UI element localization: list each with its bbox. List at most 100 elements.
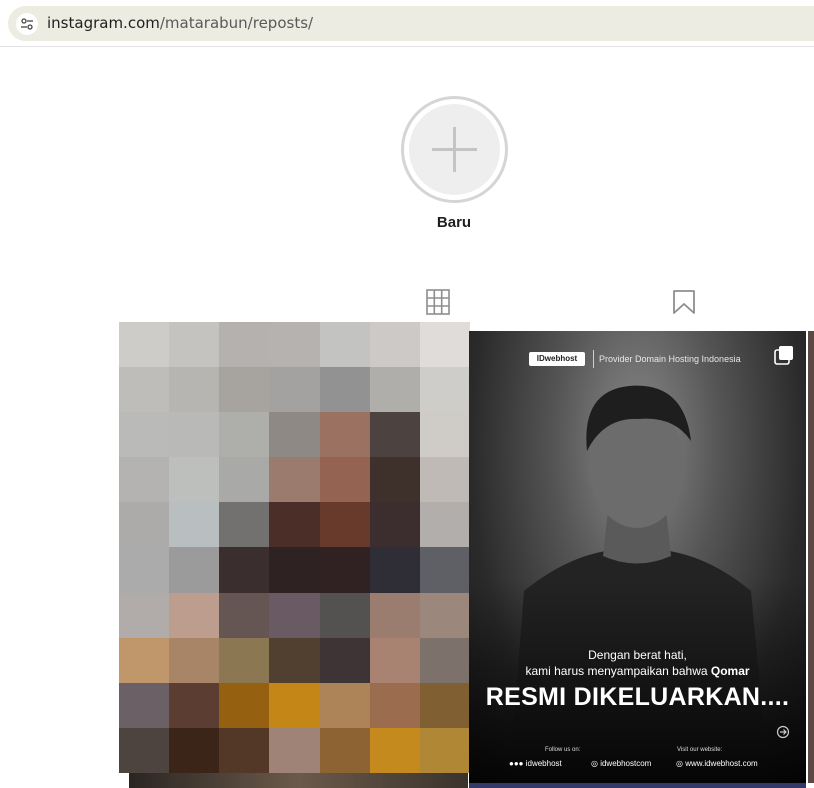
pixel-block	[169, 502, 220, 548]
new-highlight-button[interactable]	[401, 96, 508, 203]
pixel-block	[219, 592, 270, 638]
pixel-block	[119, 367, 170, 413]
pixel-block	[369, 682, 420, 728]
pixel-block	[269, 682, 320, 728]
pixel-block	[269, 547, 320, 593]
pixel-block	[169, 322, 220, 368]
pixel-block	[369, 322, 420, 368]
pixel-block	[269, 637, 320, 683]
brand-badge: IDwebhost	[529, 352, 585, 366]
pixel-block	[369, 547, 420, 593]
post-partial-right[interactable]	[808, 331, 814, 783]
pixel-block	[319, 457, 370, 503]
pixel-block	[319, 367, 370, 413]
pixel-block	[269, 322, 320, 368]
caption-line-2-prefix: kami harus menyampaikan bahwa	[525, 664, 711, 678]
pixel-block	[269, 367, 320, 413]
post-row-2-partial-2[interactable]	[469, 783, 806, 788]
pixel-block	[119, 502, 170, 548]
new-highlight-label: Baru	[436, 214, 472, 231]
pixel-block	[319, 412, 370, 458]
post-headline: RESMI DIKELUARKAN....	[485, 683, 790, 711]
web-handle-text: idwebhostcom	[600, 759, 652, 768]
pixel-block	[219, 502, 270, 548]
pixel-block	[119, 682, 170, 728]
pixel-block	[419, 682, 470, 728]
post-pixelated-image[interactable]	[119, 322, 470, 773]
tab-saved[interactable]	[672, 289, 696, 319]
pixel-block	[169, 727, 220, 773]
caption-name: Qomar	[710, 664, 750, 678]
pixel-block	[219, 457, 270, 503]
pixel-block	[319, 322, 370, 368]
pixel-block	[369, 592, 420, 638]
pixel-block	[169, 367, 220, 413]
pixel-block	[169, 637, 220, 683]
social-handle: ●●● idwebhost	[509, 759, 562, 768]
person-photo	[469, 331, 806, 783]
plus-icon	[432, 127, 477, 172]
globe-icon: ◎	[676, 759, 686, 768]
pixel-block	[369, 727, 420, 773]
badge-separator	[593, 350, 594, 368]
social-handle-text: idwebhost	[525, 759, 562, 768]
pixel-block	[119, 457, 170, 503]
pixel-block	[269, 727, 320, 773]
pixel-block	[219, 637, 270, 683]
pixel-block	[269, 502, 320, 548]
pixel-block	[119, 322, 170, 368]
site-url: ◎ www.idwebhost.com	[676, 759, 758, 768]
pixel-block	[169, 412, 220, 458]
carousel-icon	[774, 346, 793, 365]
pixel-block	[319, 682, 370, 728]
pixel-block	[119, 727, 170, 773]
pixel-block	[419, 502, 470, 548]
pixel-block	[269, 457, 320, 503]
post-idwebhost[interactable]: IDwebhost Provider Domain Hosting Indone…	[469, 331, 806, 783]
pixel-block	[419, 367, 470, 413]
pixel-block	[169, 457, 220, 503]
url-path: /matarabun/reposts/	[159, 14, 314, 32]
pixel-block	[369, 367, 420, 413]
follow-label: Follow us on:	[545, 747, 581, 753]
pixel-block	[119, 637, 170, 683]
bookmark-icon	[673, 290, 695, 314]
pixel-block	[319, 547, 370, 593]
grid-icon	[426, 289, 450, 315]
pixel-block	[219, 412, 270, 458]
pixel-block	[419, 547, 470, 593]
website-label: Visit our website:	[677, 747, 723, 753]
pixel-block	[169, 592, 220, 638]
pixel-block	[369, 637, 420, 683]
site-settings-icon[interactable]	[16, 13, 38, 35]
pixel-block	[269, 592, 320, 638]
pixel-block	[219, 367, 270, 413]
pixel-block	[419, 457, 470, 503]
pixel-block	[219, 322, 270, 368]
post-row-2-partial[interactable]	[129, 773, 468, 788]
pixel-block	[169, 682, 220, 728]
pixel-block	[369, 502, 420, 548]
pixel-block	[319, 727, 370, 773]
pixel-block	[119, 592, 170, 638]
arrow-icon	[776, 725, 790, 739]
pixel-block	[419, 637, 470, 683]
web-icon: ◎	[591, 759, 601, 768]
pixel-block	[419, 412, 470, 458]
pixel-block	[169, 547, 220, 593]
tab-posts[interactable]	[426, 289, 450, 319]
pixel-block	[119, 547, 170, 593]
url-host: instagram.com	[47, 14, 160, 32]
pixel-block	[369, 457, 420, 503]
browser-address-bar: instagram.com/matarabun/reposts/	[0, 0, 814, 47]
pixel-block	[419, 727, 470, 773]
url-text[interactable]: instagram.com/matarabun/reposts/	[47, 14, 313, 32]
pixel-block	[219, 682, 270, 728]
pixel-block	[219, 547, 270, 593]
site-url-text: www.idwebhost.com	[685, 759, 758, 768]
brand-tagline: Provider Domain Hosting Indonesia	[599, 354, 741, 364]
pixel-block	[419, 322, 470, 368]
pixel-block	[119, 412, 170, 458]
caption-line-1: Dengan berat hati,	[588, 648, 687, 662]
web-handle: ◎ idwebhostcom	[591, 759, 651, 768]
